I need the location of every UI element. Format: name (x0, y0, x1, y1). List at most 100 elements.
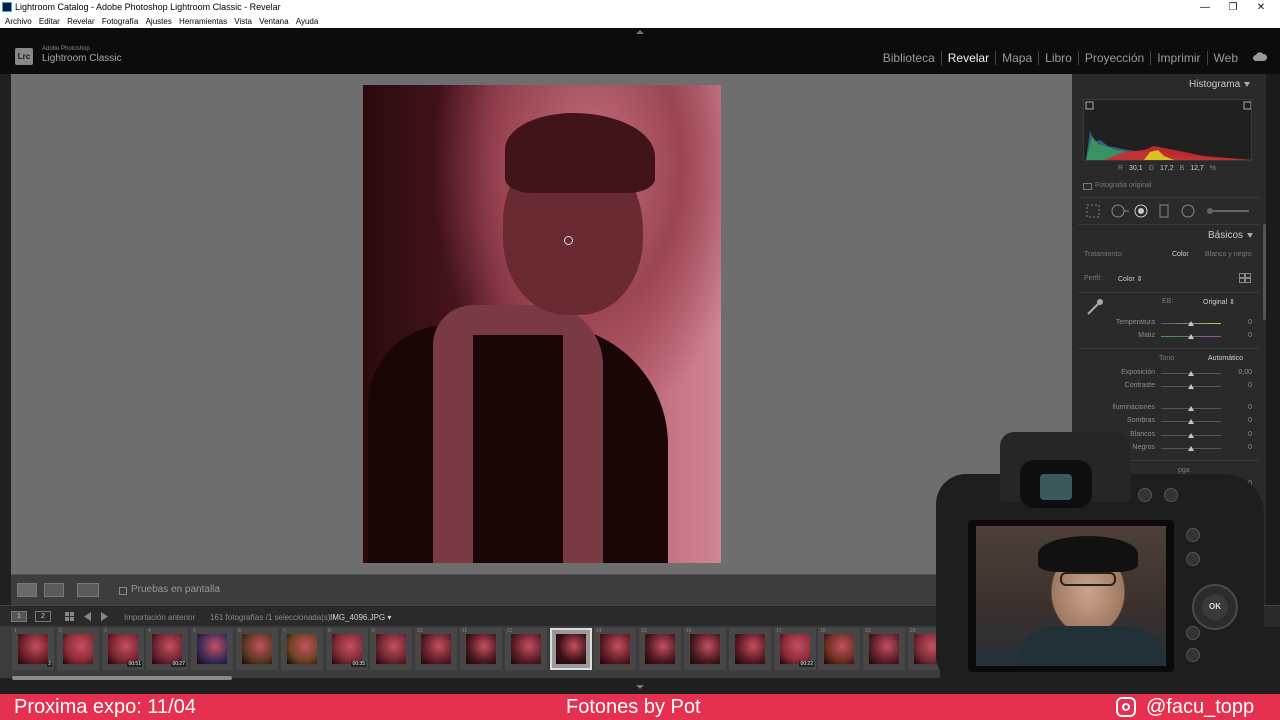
filmstrip-thumb[interactable]: 5 (191, 628, 233, 670)
filmstrip-thumb[interactable]: 3 00:51 (102, 628, 144, 670)
spot-removal-icon[interactable] (1111, 204, 1129, 218)
graduated-filter-icon[interactable] (1159, 204, 1169, 218)
filmstrip-thumb[interactable]: 15 (639, 628, 681, 670)
slider-value[interactable]: 0 (1236, 382, 1252, 389)
lrc-logo: Lrc (15, 48, 33, 65)
module-biblioteca[interactable]: Biblioteca (877, 51, 942, 65)
menu-vista[interactable]: Vista (234, 15, 252, 28)
slider-knob[interactable] (1188, 384, 1194, 389)
slider-value[interactable]: 0 (1236, 332, 1252, 339)
radial-filter-icon[interactable] (1181, 204, 1195, 218)
treatment-bw-option[interactable]: Blanco y negro (1205, 251, 1252, 258)
thumb-image (197, 634, 227, 664)
back-arrow-icon (84, 612, 91, 621)
filmstrip-scrollbar[interactable] (12, 676, 232, 680)
forward-arrow-icon (101, 612, 108, 621)
basics-header[interactable]: Básicos (1208, 230, 1254, 241)
filmstrip-thumb[interactable]: 18 (818, 628, 860, 670)
filmstrip-thumb[interactable]: 7 (281, 628, 323, 670)
slider-knob[interactable] (1188, 371, 1194, 376)
module-mapa[interactable]: Mapa (996, 51, 1040, 65)
menu-ajustes[interactable]: Ajustes (146, 15, 172, 28)
main-window-button[interactable]: 1 (11, 611, 27, 622)
thumb-index: 3 (104, 628, 107, 634)
filmstrip-thumb[interactable]: 8 00:35 (326, 628, 368, 670)
secondary-window-button[interactable]: 2 (35, 611, 51, 622)
filmstrip-thumb[interactable]: 12 (505, 628, 547, 670)
filmstrip-thumb[interactable] (729, 628, 771, 670)
filmstrip-thumb[interactable]: 17 00:22 (774, 628, 816, 670)
histogram-header[interactable]: Histograma (1189, 79, 1251, 90)
menu-editar[interactable]: Editar (39, 15, 60, 28)
filmstrip-thumb[interactable]: 19 (863, 628, 905, 670)
menu-revelar[interactable]: Revelar (67, 15, 95, 28)
menu-archivo[interactable]: Archivo (5, 15, 32, 28)
slider-label: Iluminaciones (1112, 404, 1155, 411)
filmstrip-thumb[interactable]: 14 (594, 628, 636, 670)
slider-knob[interactable] (1188, 321, 1194, 326)
filmstrip-thumb[interactable]: 12 (12, 628, 54, 670)
module-proyeccion[interactable]: Proyección (1079, 51, 1152, 65)
restore-icon[interactable]: ❐ (1219, 0, 1247, 15)
soft-proof-checkbox[interactable] (119, 587, 127, 595)
red-eye-icon[interactable] (1134, 204, 1148, 218)
before-after-button[interactable] (44, 583, 64, 597)
module-libro[interactable]: Libro (1039, 51, 1079, 65)
slider-knob[interactable] (1188, 334, 1194, 339)
menu-ventana[interactable]: Ventana (259, 15, 288, 28)
slider-value[interactable]: 0 (1236, 319, 1252, 326)
filmstrip-thumb[interactable]: 4 00:27 (146, 628, 188, 670)
module-imprimir[interactable]: Imprimir (1151, 51, 1208, 65)
source-label[interactable]: Importación anterior (124, 613, 195, 622)
module-web[interactable]: Web (1208, 51, 1244, 65)
slider-value[interactable]: 0,00 (1236, 369, 1252, 376)
thumb-index: 1 (14, 628, 17, 634)
histogram-readout: R 30,1 G 17,2 B 12,7 % (1118, 165, 1217, 172)
thumb-image (332, 634, 362, 664)
grid-nav-icons[interactable] (65, 611, 115, 622)
histogram-graph[interactable] (1083, 99, 1252, 161)
current-filename[interactable]: IMG_4096.JPG ▾ (330, 613, 391, 622)
close-icon[interactable]: ✕ (1247, 0, 1275, 15)
crop-tool-icon[interactable] (1086, 204, 1100, 218)
module-revelar[interactable]: Revelar (942, 51, 997, 65)
eyedropper-icon[interactable] (1085, 297, 1105, 317)
profile-browser-icon[interactable] (1239, 273, 1251, 283)
slider-label: Matiz (1138, 332, 1155, 339)
filmstrip-thumb[interactable]: 2 (57, 628, 99, 670)
slider-value[interactable]: 0 (1236, 404, 1252, 411)
minimize-icon[interactable]: — (1191, 0, 1219, 15)
right-panel-scrollbar[interactable] (1263, 224, 1266, 320)
right-panel-edge (1266, 74, 1280, 605)
thumb-image (556, 634, 586, 664)
treatment-color-option[interactable]: Color (1172, 251, 1189, 258)
compare-yy-button[interactable] (77, 583, 99, 597)
filmstrip-thumb-selected[interactable]: 13 (550, 628, 592, 670)
thumb-image (242, 634, 272, 664)
slider-knob[interactable] (1188, 406, 1194, 411)
view-toolbar: Pruebas en pantalla (11, 574, 1072, 606)
filmstrip-thumb[interactable]: 9 (370, 628, 412, 670)
wb-dropdown[interactable]: Original ⇕ (1203, 298, 1235, 306)
thumb-image (600, 634, 630, 664)
collapse-top-panel-icon[interactable] (636, 30, 644, 34)
menu-ayuda[interactable]: Ayuda (296, 15, 319, 28)
filmstrip-thumb[interactable]: 11 (460, 628, 502, 670)
adjustment-brush-icon[interactable] (1207, 208, 1249, 214)
filmstrip-thumb[interactable]: 10 (415, 628, 457, 670)
left-panel-collapsed[interactable] (0, 74, 11, 605)
cloud-sync-icon[interactable] (1252, 52, 1268, 62)
filmstrip-thumb[interactable]: 16 (684, 628, 726, 670)
brand-small-text: Adobe Photoshop (42, 46, 90, 52)
loupe-view-button[interactable] (17, 583, 37, 597)
menu-fotografia[interactable]: Fotografía (102, 15, 138, 28)
tone-auto-button[interactable]: Automático (1208, 355, 1243, 362)
slider-label: Contraste (1124, 382, 1155, 389)
collapse-bottom-panel-icon[interactable] (636, 685, 644, 689)
menu-herramientas[interactable]: Herramientas (179, 15, 227, 28)
profile-dropdown[interactable]: Color ⇕ (1118, 275, 1143, 283)
original-photo-label: Fotografía original (1095, 182, 1152, 189)
filmstrip-thumb[interactable]: 6 (236, 628, 278, 670)
main-photo[interactable] (363, 85, 721, 563)
original-photo-checkbox[interactable] (1083, 183, 1092, 190)
